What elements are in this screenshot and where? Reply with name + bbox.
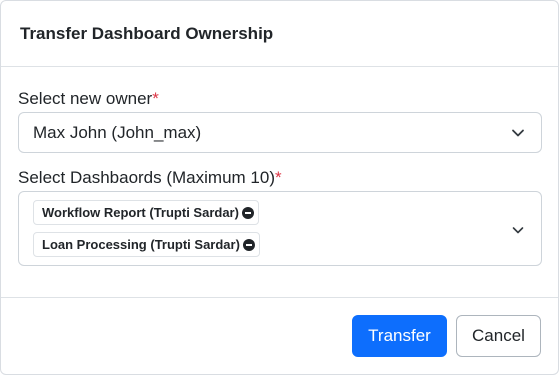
owner-select-value: Max John (John_max)	[33, 122, 202, 142]
transfer-button[interactable]: Transfer	[352, 315, 447, 357]
dialog-body: Select new owner* Max John (John_max) Se…	[1, 67, 558, 297]
dialog-footer: Transfer Cancel	[1, 297, 558, 374]
owner-select[interactable]: Max John (John_max)	[18, 112, 542, 153]
dialog-header: Transfer Dashboard Ownership	[1, 1, 558, 67]
required-marker: *	[274, 168, 282, 187]
dashboards-field-label: Select Dashbaords (Maximum 10)*	[18, 166, 541, 190]
dashboards-label-text: Select Dashbaords (Maximum 10)	[18, 168, 275, 187]
chevron-down-icon[interactable]	[511, 223, 525, 237]
chevron-down-icon	[511, 126, 525, 140]
dialog-title: Transfer Dashboard Ownership	[20, 23, 274, 43]
dashboard-chip: Workflow Report (Trupti Sardar)	[33, 200, 259, 225]
dashboard-chip-label: Workflow Report (Trupti Sardar)	[42, 205, 239, 220]
owner-label-text: Select new owner	[18, 89, 153, 108]
minus-circle-icon[interactable]	[242, 238, 255, 251]
cancel-button[interactable]: Cancel	[456, 315, 541, 357]
dashboard-chip: Loan Processing (Trupti Sardar)	[33, 232, 260, 257]
required-marker: *	[152, 89, 159, 108]
minus-circle-icon[interactable]	[241, 206, 254, 219]
transfer-ownership-dialog: Transfer Dashboard Ownership Select new …	[0, 0, 559, 375]
dashboard-chip-label: Loan Processing (Trupti Sardar)	[42, 237, 240, 252]
owner-field-label: Select new owner*	[18, 87, 541, 111]
dashboards-multiselect[interactable]: Workflow Report (Trupti Sardar) Loan Pro…	[18, 191, 542, 266]
selected-dashboards: Workflow Report (Trupti Sardar) Loan Pro…	[33, 200, 541, 257]
